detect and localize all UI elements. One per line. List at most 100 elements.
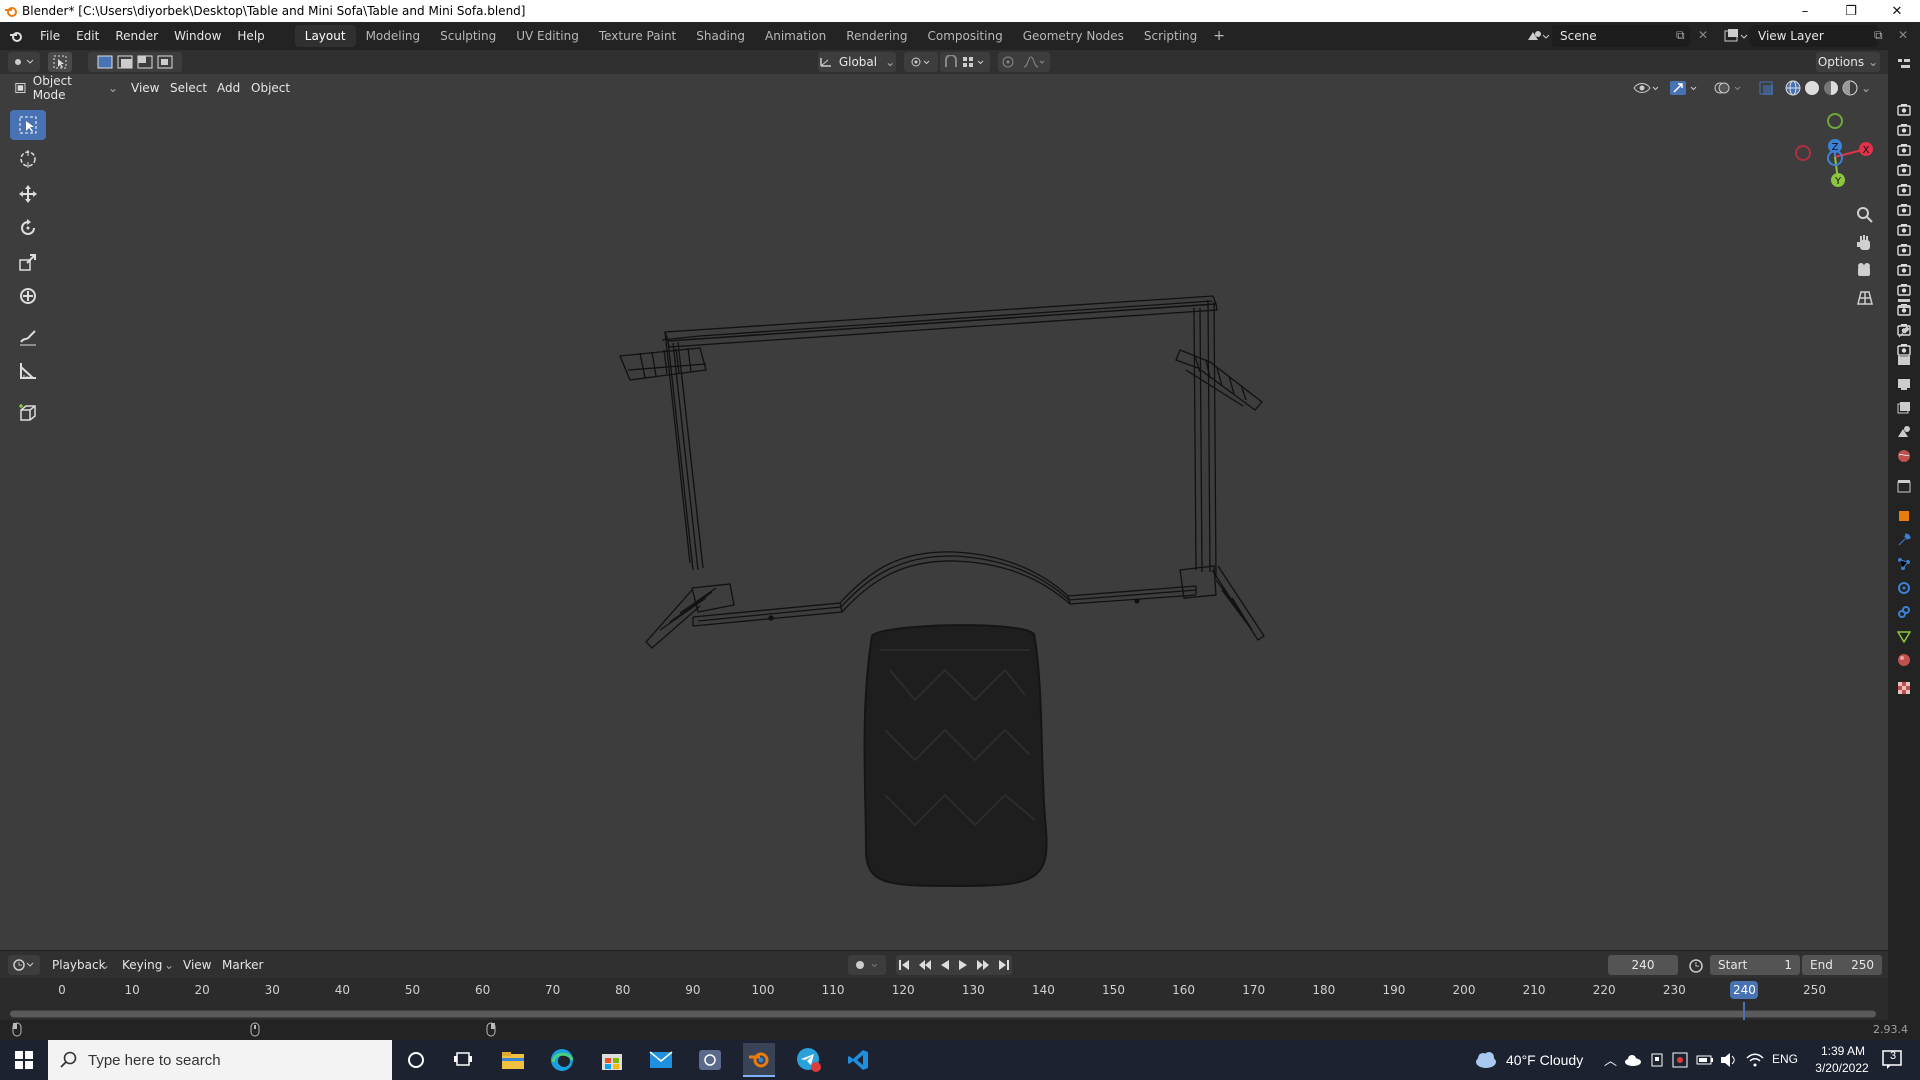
minimize-button[interactable]: – bbox=[1782, 0, 1828, 22]
maximize-button[interactable]: ❐ bbox=[1828, 0, 1874, 22]
usb-icon[interactable] bbox=[1650, 1052, 1664, 1071]
playback-controls[interactable] bbox=[896, 955, 1012, 975]
volume-icon[interactable] bbox=[1720, 1052, 1738, 1071]
properties-toggle-icon[interactable] bbox=[1894, 294, 1914, 314]
render-properties-icon[interactable] bbox=[1894, 350, 1914, 370]
render-visibility-camera-icon[interactable] bbox=[1896, 162, 1912, 176]
viewport-canvas[interactable]: X Y Z bbox=[0, 50, 1888, 950]
tool-select-icon[interactable] bbox=[48, 52, 72, 72]
render-visibility-camera-icon[interactable] bbox=[1896, 202, 1912, 216]
screen-app-icon[interactable] bbox=[694, 1046, 726, 1074]
menu-render[interactable]: Render bbox=[107, 25, 166, 47]
visibility-dropdown[interactable] bbox=[1632, 78, 1662, 98]
end-frame-field[interactable]: End 250 bbox=[1802, 955, 1882, 975]
constraint-properties-icon[interactable] bbox=[1894, 602, 1914, 622]
move-tool[interactable] bbox=[10, 179, 46, 209]
xray-toggle[interactable] bbox=[1756, 78, 1778, 98]
proportional-editing-group[interactable] bbox=[998, 52, 1050, 72]
battery-icon[interactable] bbox=[1696, 1052, 1714, 1071]
add-workspace-icon[interactable]: + bbox=[1207, 28, 1231, 44]
physics-properties-icon[interactable] bbox=[1894, 578, 1914, 598]
gizmo-toggle[interactable] bbox=[1668, 78, 1704, 98]
tab-rendering[interactable]: Rendering bbox=[836, 25, 917, 47]
world-properties-icon[interactable] bbox=[1894, 446, 1914, 466]
task-view-icon[interactable] bbox=[447, 1046, 479, 1074]
timeline-menu-playback[interactable]: Playback bbox=[52, 955, 106, 975]
render-visibility-camera-icon[interactable] bbox=[1896, 222, 1912, 236]
view-layer-properties-icon[interactable] bbox=[1894, 398, 1914, 418]
new-view-layer-icon[interactable]: ⧉ bbox=[1874, 28, 1883, 43]
clock-date[interactable]: 3/20/2022 bbox=[1808, 1061, 1876, 1075]
timeline-menu-marker[interactable]: Marker bbox=[222, 955, 263, 975]
annotate-tool[interactable] bbox=[10, 322, 46, 352]
snap-group[interactable] bbox=[940, 52, 990, 72]
viewport-nav-buttons[interactable] bbox=[1857, 207, 1873, 305]
viewport-menu-select[interactable]: Select bbox=[170, 78, 207, 98]
windows-start-icon[interactable] bbox=[8, 1046, 40, 1074]
tab-geometry-nodes[interactable]: Geometry Nodes bbox=[1013, 25, 1134, 47]
select-box-tool[interactable] bbox=[10, 110, 46, 140]
options-dropdown[interactable]: Options ⌄ bbox=[1816, 52, 1880, 72]
scene-selector-icon[interactable] bbox=[1524, 26, 1550, 46]
close-button[interactable]: ✕ bbox=[1874, 0, 1920, 22]
menu-help[interactable]: Help bbox=[229, 25, 272, 47]
transform-orientation-dropdown[interactable]: Global ⌄ bbox=[818, 52, 896, 72]
scene-properties-icon[interactable] bbox=[1894, 422, 1914, 442]
weather-text[interactable]: 40°F Cloudy bbox=[1506, 1052, 1583, 1068]
viewport-menu-add[interactable]: Add bbox=[217, 78, 240, 98]
menu-file[interactable]: File bbox=[32, 25, 68, 47]
tab-animation[interactable]: Animation bbox=[755, 25, 836, 47]
new-scene-icon[interactable]: ⧉ bbox=[1676, 28, 1685, 43]
delete-view-layer-icon[interactable]: ✕ bbox=[1898, 28, 1908, 42]
tab-scripting[interactable]: Scripting bbox=[1134, 25, 1207, 47]
clock-time[interactable]: 1:39 AM bbox=[1812, 1044, 1874, 1058]
transform-tool[interactable] bbox=[10, 281, 46, 311]
blender-menu-icon[interactable] bbox=[0, 25, 32, 47]
delete-scene-icon[interactable]: ✕ bbox=[1698, 28, 1708, 42]
render-visibility-camera-icon[interactable] bbox=[1896, 262, 1912, 276]
cortana-icon[interactable] bbox=[400, 1046, 432, 1074]
object-mode-dropdown[interactable]: Object Mode ⌄ bbox=[10, 74, 118, 102]
mail-icon[interactable] bbox=[645, 1046, 677, 1074]
current-frame-field[interactable]: 240 bbox=[1608, 955, 1678, 975]
blender-taskbar-icon[interactable] bbox=[743, 1043, 775, 1077]
frame-ruler[interactable]: 0 10 20 30 40 50 60 70 80 90 100 110 120 130 140 150 160… bbox=[0, 978, 1888, 1002]
collection-properties-icon[interactable] bbox=[1894, 476, 1914, 496]
start-frame-field[interactable]: Start 1 bbox=[1710, 955, 1800, 975]
weather-cloud-icon[interactable] bbox=[1474, 1051, 1498, 1072]
tab-layout[interactable]: Layout bbox=[294, 25, 356, 47]
telegram-icon[interactable] bbox=[793, 1046, 825, 1074]
timeline-scrollbar-thumb[interactable] bbox=[10, 1011, 1876, 1017]
shading-mode-group[interactable]: ⌄ bbox=[1782, 78, 1874, 98]
rotate-tool[interactable] bbox=[10, 213, 46, 243]
editor-type-icon[interactable] bbox=[8, 52, 40, 72]
measure-tool[interactable] bbox=[10, 356, 46, 386]
scene-field[interactable]: Scene bbox=[1552, 25, 1690, 47]
auto-keying-toggle[interactable] bbox=[848, 955, 886, 975]
particle-properties-icon[interactable] bbox=[1894, 554, 1914, 574]
modifier-properties-icon[interactable] bbox=[1894, 530, 1914, 550]
material-properties-icon[interactable] bbox=[1894, 650, 1914, 670]
render-visibility-camera-icon[interactable] bbox=[1896, 242, 1912, 256]
playback-buttons[interactable] bbox=[898, 959, 1010, 971]
add-cube-tool[interactable] bbox=[10, 398, 46, 428]
app-tray-icon[interactable] bbox=[1672, 1052, 1688, 1071]
timeline-editor-type-icon[interactable] bbox=[8, 955, 40, 975]
file-explorer-icon[interactable] bbox=[497, 1046, 529, 1074]
object-properties-icon[interactable] bbox=[1894, 506, 1914, 526]
timeline-menu-view[interactable]: View bbox=[183, 955, 211, 975]
texture-properties-icon[interactable] bbox=[1894, 678, 1914, 698]
view-layer-selector-icon[interactable] bbox=[1722, 26, 1748, 46]
3d-viewport[interactable]: X Y Z bbox=[0, 50, 1888, 950]
menu-window[interactable]: Window bbox=[166, 25, 229, 47]
use-preview-range-icon[interactable] bbox=[1688, 958, 1704, 977]
tab-sculpting[interactable]: Sculpting bbox=[430, 25, 506, 47]
view-layer-field[interactable]: View Layer bbox=[1750, 25, 1878, 47]
tab-modeling[interactable]: Modeling bbox=[356, 25, 431, 47]
scale-tool[interactable] bbox=[10, 247, 46, 277]
data-properties-icon[interactable] bbox=[1894, 626, 1914, 646]
current-frame-indicator[interactable]: 240 bbox=[1730, 981, 1759, 999]
menu-edit[interactable]: Edit bbox=[68, 25, 107, 47]
navigation-gizmo[interactable]: X Y Z bbox=[1795, 113, 1873, 187]
tab-texture-paint[interactable]: Texture Paint bbox=[589, 25, 686, 47]
